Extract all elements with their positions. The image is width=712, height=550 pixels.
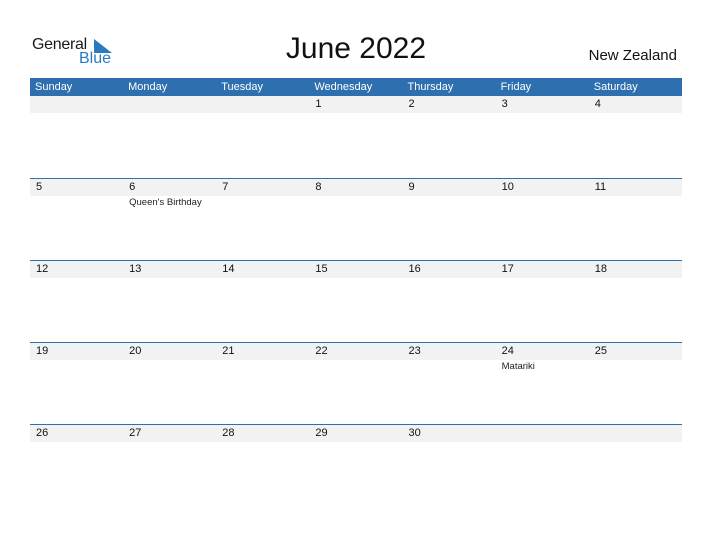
holiday-label	[216, 360, 309, 374]
date-strip: 1 2 3 4	[30, 96, 682, 113]
day-number	[123, 96, 216, 113]
weekday-saturday: Saturday	[593, 81, 638, 93]
calendar-grid: Sunday Monday Tuesday Wednesday Thursday…	[30, 78, 682, 506]
day-number: 5	[36, 181, 43, 193]
date-strip: 5 6 7 8 9 10 11	[30, 179, 682, 196]
holiday-label	[30, 360, 123, 374]
day-number: 11	[594, 181, 607, 193]
day-number: 18	[594, 263, 607, 275]
country-label: New Zealand	[588, 47, 677, 64]
day-number: 8	[315, 181, 322, 193]
day-number: 28	[222, 427, 235, 439]
day-number: 4	[594, 98, 601, 110]
weekday-wednesday: Wednesday	[314, 81, 373, 93]
date-strip: 12 13 14 15 16 17 18	[30, 261, 682, 278]
day-number: 2	[408, 98, 415, 110]
holiday-label	[589, 196, 682, 210]
week-row: 26 27 28 29 30	[30, 424, 682, 506]
day-number: 14	[222, 263, 235, 275]
holiday-label	[403, 360, 496, 374]
day-number: 30	[408, 427, 421, 439]
week-row: 19 20 21 22 23 24 25 Matariki	[30, 342, 682, 424]
holiday-label	[309, 196, 402, 210]
weekday-monday: Monday	[128, 81, 168, 93]
day-number: 1	[315, 98, 322, 110]
day-number: 17	[501, 263, 514, 275]
holiday-label	[589, 360, 682, 374]
holiday-label: Queen's Birthday	[129, 197, 202, 208]
day-number: 6	[129, 181, 136, 193]
day-number: 3	[501, 98, 508, 110]
day-number: 25	[594, 345, 607, 357]
day-number: 9	[408, 181, 415, 193]
events-row: Matariki	[30, 360, 682, 374]
holiday-label	[309, 360, 402, 374]
week-row: 12 13 14 15 16 17 18	[30, 260, 682, 342]
holiday-label	[123, 360, 216, 374]
date-strip: 19 20 21 22 23 24 25	[30, 343, 682, 360]
day-number: 10	[501, 181, 514, 193]
day-number: 23	[408, 345, 421, 357]
holiday-label	[403, 196, 496, 210]
day-number: 20	[129, 345, 142, 357]
holiday-label	[496, 196, 589, 210]
weekday-header: Sunday Monday Tuesday Wednesday Thursday…	[30, 78, 682, 96]
weekday-tuesday: Tuesday	[221, 81, 264, 93]
weekday-sunday: Sunday	[35, 81, 73, 93]
day-number: 15	[315, 263, 328, 275]
day-number: 7	[222, 181, 229, 193]
holiday-label	[30, 196, 123, 210]
date-strip: 26 27 28 29 30	[30, 425, 682, 442]
day-number: 22	[315, 345, 328, 357]
day-number: 29	[315, 427, 328, 439]
holiday-label: Matariki	[501, 361, 535, 372]
day-number: 26	[36, 427, 49, 439]
day-number	[589, 425, 682, 442]
day-number: 27	[129, 427, 142, 439]
day-number: 19	[36, 345, 49, 357]
day-number	[216, 96, 309, 113]
weekday-thursday: Thursday	[407, 81, 454, 93]
day-number: 16	[408, 263, 421, 275]
day-number	[30, 96, 123, 113]
day-number	[496, 425, 589, 442]
holiday-label	[216, 196, 309, 210]
day-number: 12	[36, 263, 49, 275]
week-row: 1 2 3 4	[30, 96, 682, 178]
day-number: 24	[501, 345, 514, 357]
day-number: 21	[222, 345, 235, 357]
weekday-friday: Friday	[500, 81, 532, 93]
events-row: Queen's Birthday	[30, 196, 682, 210]
week-row: 5 6 7 8 9 10 11 Queen's Birthday	[30, 178, 682, 260]
day-number: 13	[129, 263, 142, 275]
